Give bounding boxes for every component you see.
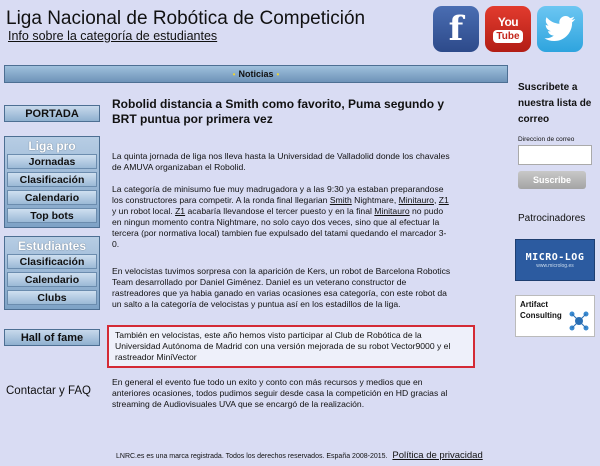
news-label: Noticias — [238, 69, 274, 79]
nav-item-clasificacion[interactable]: Clasificación — [7, 172, 97, 187]
nav-item-clubs[interactable]: Clubs — [7, 290, 97, 305]
nav-item-jornadas[interactable]: Jornadas — [7, 154, 97, 169]
footer: LNRC.es es una marca registrada. Todos l… — [116, 450, 483, 461]
nav-item-top-bots[interactable]: Top bots — [7, 208, 97, 223]
article-title: Robolid distancia a Smith como favorito,… — [112, 97, 445, 126]
p2-text: y un robot local. — [112, 206, 176, 216]
nav-item-calendario[interactable]: Calendario — [7, 190, 97, 205]
article-paragraph-1: La quinta jornada de liga nos lleva hast… — [112, 151, 450, 172]
nav-group-estudiantes: Estudiantes Clasificación Calendario Clu… — [4, 236, 100, 310]
link-minitauro[interactable]: Minitauro — [399, 195, 434, 205]
sponsor-artifact-logo[interactable]: Artifact Consulting — [515, 295, 595, 337]
microlog-url: www.microlog.es — [536, 262, 574, 269]
nav-heading-liga-pro[interactable]: Liga pro — [28, 137, 75, 154]
news-bullet-left: • — [232, 69, 236, 79]
p2-text: Nightmare, — [351, 195, 399, 205]
youtube-tube: Tube — [493, 30, 523, 43]
youtube-you: You — [497, 15, 519, 29]
nav-portada[interactable]: PORTADA — [4, 105, 100, 122]
nav-group-liga-pro: Liga pro Jornadas Clasificación Calendar… — [4, 136, 100, 228]
twitter-bird-icon — [544, 16, 576, 41]
twitter-icon[interactable] — [537, 6, 583, 52]
link-minitauro-2[interactable]: Minitauro — [374, 206, 409, 216]
link-z1[interactable]: Z1 — [439, 195, 449, 205]
news-bullet-right: • — [276, 69, 280, 79]
subscribe-button[interactable]: Suscribe — [518, 171, 586, 189]
site-title: Liga Nacional de Robótica de Competición — [6, 8, 366, 29]
facebook-letter: f — [448, 9, 464, 49]
article-paragraph-3: En velocistas tuvimos sorpresa con la ap… — [112, 266, 451, 309]
email-label: Direccion de correo — [518, 136, 575, 143]
network-icon — [569, 311, 589, 331]
p2-text: acabaría llevandose el tercer puesto y e… — [185, 206, 375, 216]
facebook-icon[interactable]: f — [433, 6, 479, 52]
nav-hall-of-fame[interactable]: Hall of fame — [4, 329, 100, 346]
youtube-icon[interactable]: You Tube — [485, 6, 531, 52]
artifact-line1: Artifact — [520, 300, 549, 309]
news-bar: • Noticias • — [4, 65, 508, 83]
link-z1-2[interactable]: Z1 — [175, 206, 185, 216]
link-smith[interactable]: Smith — [330, 195, 352, 205]
sponsor-microlog-logo[interactable]: MICRO-LOG www.microlog.es — [515, 239, 595, 281]
nav-portada-label: PORTADA — [25, 107, 79, 120]
article-paragraph-2: La categoría de minisumo fue muy madruga… — [112, 184, 452, 250]
sponsors-title: Patrocinadores — [518, 213, 586, 224]
contact-faq-link[interactable]: Contactar y FAQ — [6, 385, 91, 397]
nav-item-est-calendario[interactable]: Calendario — [7, 272, 97, 287]
nav-heading-estudiantes[interactable]: Estudiantes — [18, 237, 86, 254]
footer-copyright: LNRC.es es una marca registrada. Todos l… — [116, 453, 388, 460]
email-field[interactable] — [518, 145, 592, 165]
article-paragraph-5: En general el evento fue todo un exito y… — [112, 377, 448, 409]
highlighted-paragraph: También en velocistas, este año hemos vi… — [107, 325, 475, 368]
nav-hall-label: Hall of fame — [20, 331, 84, 344]
site-subtitle-link[interactable]: Info sobre la categoría de estudiantes — [8, 29, 217, 43]
nav-item-est-clasificacion[interactable]: Clasificación — [7, 254, 97, 269]
privacy-policy-link[interactable]: Política de privacidad — [392, 450, 482, 461]
subscribe-title: Suscribete a nuestra lista de correo — [518, 82, 592, 125]
microlog-name: MICRO-LOG — [525, 251, 585, 263]
